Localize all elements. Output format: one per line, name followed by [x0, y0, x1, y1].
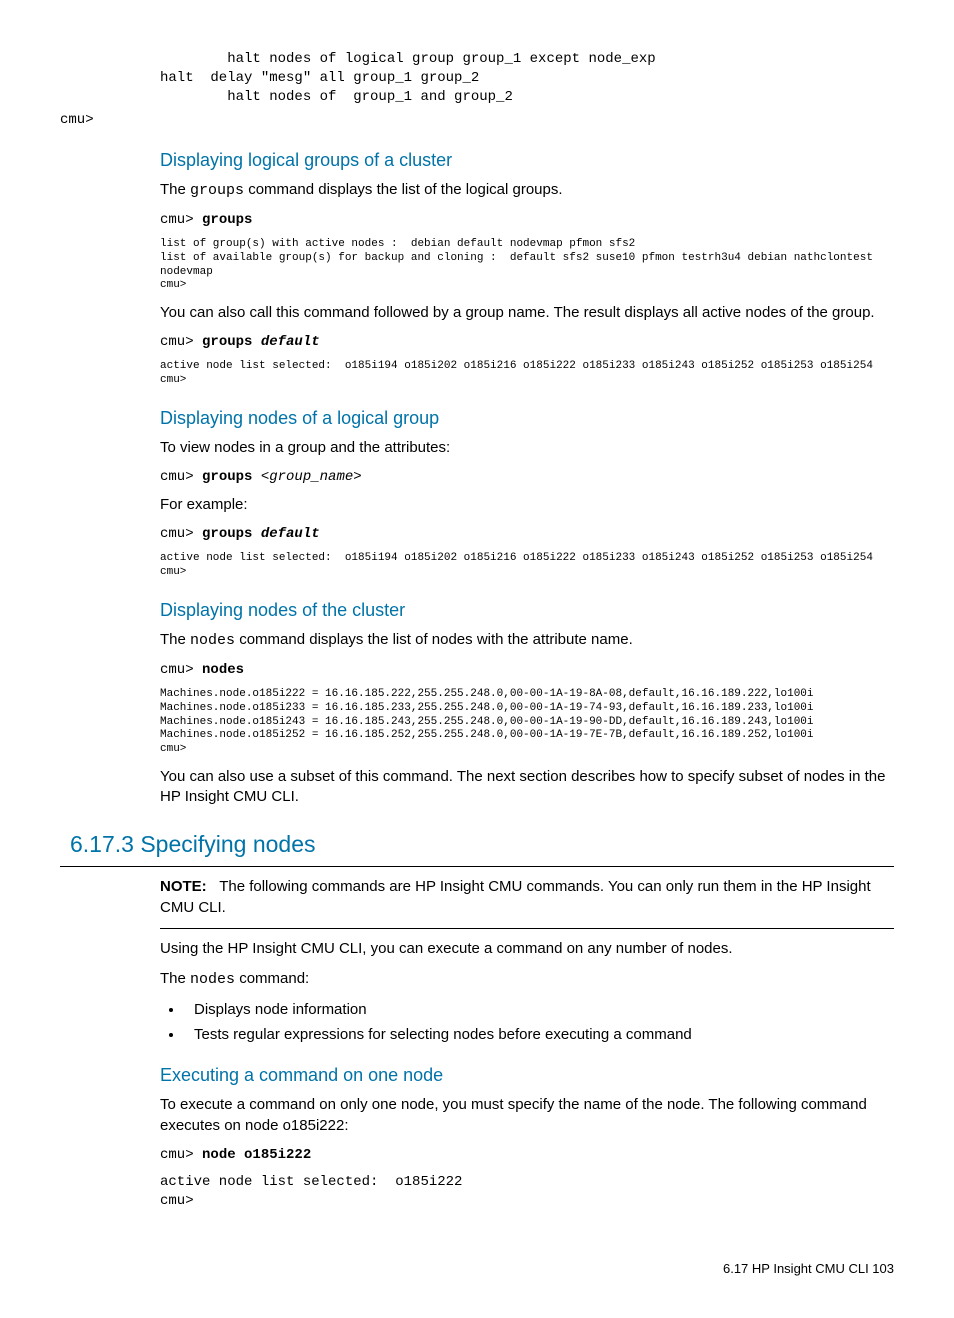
command-output: list of group(s) with active nodes : deb…: [160, 238, 894, 293]
prompt: cmu>: [160, 662, 202, 678]
inline-code: groups: [190, 182, 244, 199]
paragraph: Using the HP Insight CMU CLI, you can ex…: [160, 939, 894, 959]
section-rule: [60, 866, 894, 867]
text: The: [160, 970, 190, 987]
command-output: active node list selected: o185i194 o185…: [160, 360, 894, 388]
heading-nodes-cluster: Displaying nodes of the cluster: [160, 598, 894, 622]
note-text: The following commands are HP Insight CM…: [160, 878, 871, 915]
command: nodes: [202, 662, 244, 678]
top-code-block: halt nodes of logical group group_1 exce…: [160, 50, 894, 107]
paragraph: The groups command displays the list of …: [160, 180, 894, 201]
command: groups: [202, 469, 261, 485]
top-prompt: cmu>: [60, 111, 894, 130]
prompt: cmu>: [160, 334, 202, 350]
paragraph: To execute a command on only one node, y…: [160, 1095, 894, 1136]
note-block: NOTE: The following commands are HP Insi…: [160, 877, 894, 918]
prompt: cmu>: [160, 469, 202, 485]
command-line: cmu> node o185i222: [160, 1146, 894, 1165]
bullet-list: Displays node information Tests regular …: [160, 1000, 894, 1045]
prompt: cmu>: [160, 1147, 202, 1163]
command-arg: default: [261, 526, 320, 542]
note-rule: [160, 928, 894, 929]
command-output: Machines.node.o185i222 = 16.16.185.222,2…: [160, 688, 894, 757]
paragraph: For example:: [160, 495, 894, 515]
heading-logical-groups: Displaying logical groups of a cluster: [160, 148, 894, 172]
prompt: cmu>: [160, 212, 202, 228]
paragraph: The nodes command displays the list of n…: [160, 630, 894, 651]
text: command displays the list of the logical…: [244, 181, 563, 198]
text: The: [160, 181, 190, 198]
command: groups: [202, 212, 252, 228]
heading-specifying-nodes: 6.17.3 Specifying nodes: [70, 829, 894, 860]
page-footer: 6.17 HP Insight CMU CLI 103: [60, 1260, 894, 1278]
command-line: cmu> groups default: [160, 525, 894, 544]
paragraph: To view nodes in a group and the attribu…: [160, 438, 894, 458]
list-item: Tests regular expressions for selecting …: [184, 1025, 894, 1045]
inline-code: nodes: [190, 971, 235, 988]
list-item: Displays node information: [184, 1000, 894, 1020]
note-label: NOTE:: [160, 878, 207, 895]
command: node o185i222: [202, 1147, 311, 1163]
text: The: [160, 631, 190, 648]
prompt: cmu>: [160, 526, 202, 542]
command-arg: default: [261, 334, 320, 350]
paragraph: You can also call this command followed …: [160, 303, 894, 323]
heading-nodes-logical-group: Displaying nodes of a logical group: [160, 406, 894, 430]
text: command displays the list of nodes with …: [235, 631, 633, 648]
paragraph: The nodes command:: [160, 969, 894, 990]
command: groups: [202, 334, 261, 350]
command-line: cmu> nodes: [160, 661, 894, 680]
command-line: cmu> groups <group_name>: [160, 468, 894, 487]
command-output: active node list selected: o185i222 cmu>: [160, 1173, 894, 1211]
command: groups: [202, 526, 261, 542]
inline-code: nodes: [190, 632, 235, 649]
command-output: active node list selected: o185i194 o185…: [160, 552, 894, 580]
command-line: cmu> groups default: [160, 333, 894, 352]
command-arg: <group_name>: [261, 469, 362, 485]
heading-exec-one-node: Executing a command on one node: [160, 1063, 894, 1087]
paragraph: You can also use a subset of this comman…: [160, 767, 894, 808]
text: command:: [235, 970, 309, 987]
command-line: cmu> groups: [160, 211, 894, 230]
